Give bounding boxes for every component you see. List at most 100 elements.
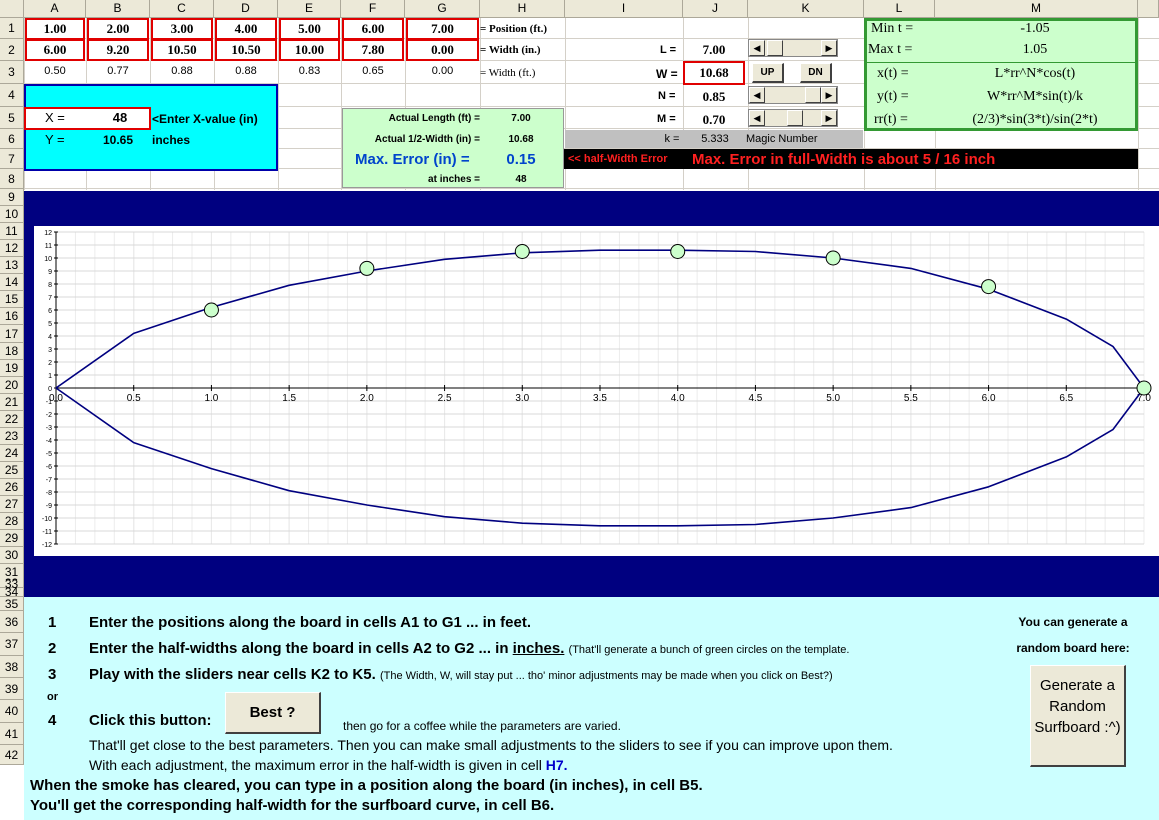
M-value[interactable]: 0.70 bbox=[683, 110, 745, 130]
row-header-14[interactable]: 14 bbox=[0, 274, 24, 291]
row-header-26[interactable]: 26 bbox=[0, 479, 24, 496]
y-tick-label: -4 bbox=[46, 438, 52, 445]
N-value[interactable]: 0.85 bbox=[683, 87, 745, 107]
column-header-F[interactable]: F bbox=[341, 0, 405, 18]
step-3-note: (The Width, W, will stay put ... tho' mi… bbox=[379, 670, 833, 682]
row-header-35[interactable]: 35 bbox=[0, 597, 24, 611]
row-header-39[interactable]: 39 bbox=[0, 678, 24, 700]
row-header-30[interactable]: 30 bbox=[0, 547, 24, 564]
row-header-8[interactable]: 8 bbox=[0, 169, 24, 189]
row-header-19[interactable]: 19 bbox=[0, 360, 24, 377]
row-header-41[interactable]: 41 bbox=[0, 723, 24, 745]
slider-right-arrow-icon[interactable]: ▶ bbox=[821, 40, 837, 56]
column-header-B[interactable]: B bbox=[86, 0, 150, 18]
column-header-D[interactable]: D bbox=[214, 0, 278, 18]
row-header-22[interactable]: 22 bbox=[0, 411, 24, 428]
row-header-13[interactable]: 13 bbox=[0, 257, 24, 274]
row-header-6[interactable]: 6 bbox=[0, 129, 24, 149]
column-header-K[interactable]: K bbox=[748, 0, 864, 18]
row-header-15[interactable]: 15 bbox=[0, 291, 24, 308]
row-header-4[interactable]: 4 bbox=[0, 84, 24, 107]
position-cell-2[interactable]: 2.00 bbox=[87, 18, 149, 40]
slider-left-arrow-icon[interactable]: ◀ bbox=[749, 110, 765, 126]
generate-random-surfboard-button[interactable]: Generate a Random Surfboard :^) bbox=[1030, 665, 1126, 767]
row-header-24[interactable]: 24 bbox=[0, 445, 24, 462]
row-header-20[interactable]: 20 bbox=[0, 377, 24, 394]
min-t-value[interactable]: -1.05 bbox=[990, 21, 1080, 37]
x-tick-label: 2.0 bbox=[360, 393, 374, 404]
W-value[interactable]: 10.68 bbox=[683, 61, 745, 85]
slider-thumb[interactable] bbox=[805, 87, 821, 103]
position-cell-1[interactable]: 1.00 bbox=[25, 18, 85, 40]
row-header-2[interactable]: 2 bbox=[0, 39, 24, 61]
row-header-34[interactable]: 34 bbox=[0, 586, 24, 598]
column-header-A[interactable]: A bbox=[24, 0, 86, 18]
width-in-cell-5[interactable]: 10.00 bbox=[279, 39, 340, 61]
row-header-21[interactable]: 21 bbox=[0, 394, 24, 411]
column-header-J[interactable]: J bbox=[683, 0, 748, 18]
row-header-18[interactable]: 18 bbox=[0, 343, 24, 360]
row-header-28[interactable]: 28 bbox=[0, 513, 24, 530]
position-cell-6[interactable]: 6.00 bbox=[342, 18, 404, 40]
position-cell-7[interactable]: 7.00 bbox=[406, 18, 479, 40]
line-42-text: You'll get the corresponding half-width … bbox=[30, 797, 555, 814]
width-in-cell-2[interactable]: 9.20 bbox=[87, 39, 149, 61]
row-header-42[interactable]: 42 bbox=[0, 745, 24, 765]
row-header-12[interactable]: 12 bbox=[0, 240, 24, 257]
position-cell-4[interactable]: 4.00 bbox=[215, 18, 277, 40]
best-button[interactable]: Best ? bbox=[225, 692, 321, 734]
position-cell-3[interactable]: 3.00 bbox=[151, 18, 213, 40]
width-ft-cell-3: 0.88 bbox=[171, 65, 193, 77]
row-header-29[interactable]: 29 bbox=[0, 530, 24, 547]
width-in-cell-4[interactable]: 10.50 bbox=[215, 39, 277, 61]
column-header-L[interactable]: L bbox=[864, 0, 935, 18]
row-header-25[interactable]: 25 bbox=[0, 462, 24, 479]
column-header-G[interactable]: G bbox=[405, 0, 480, 18]
up-button[interactable]: UP bbox=[752, 63, 784, 83]
width-in-cell-1[interactable]: 6.00 bbox=[25, 39, 85, 61]
data-point-2 bbox=[359, 260, 375, 276]
M-slider[interactable]: ◀ ▶ bbox=[748, 109, 838, 127]
slider-left-arrow-icon[interactable]: ◀ bbox=[749, 87, 765, 103]
width-in-cell-7[interactable]: 0.00 bbox=[406, 39, 479, 61]
slider-thumb[interactable] bbox=[767, 40, 783, 56]
column-header-C[interactable]: C bbox=[150, 0, 214, 18]
row-header-40[interactable]: 40 bbox=[0, 700, 24, 723]
L-slider[interactable]: ◀ ▶ bbox=[748, 39, 838, 57]
slider-left-arrow-icon[interactable]: ◀ bbox=[749, 40, 765, 56]
row-header-38[interactable]: 38 bbox=[0, 656, 24, 678]
row-header-37[interactable]: 37 bbox=[0, 633, 24, 656]
column-header-H[interactable]: H bbox=[480, 0, 565, 18]
max-error-value: 0.15 bbox=[506, 151, 536, 168]
dn-button[interactable]: DN bbox=[800, 63, 832, 83]
random-note-line-1: You can generate a bbox=[1018, 615, 1128, 629]
column-header-I[interactable]: I bbox=[565, 0, 683, 18]
column-header-E[interactable]: E bbox=[278, 0, 341, 18]
column-header-M[interactable]: M bbox=[935, 0, 1138, 18]
select-all-corner[interactable] bbox=[0, 0, 24, 18]
row-header-27[interactable]: 27 bbox=[0, 496, 24, 513]
row-header-9[interactable]: 9 bbox=[0, 189, 24, 206]
slider-thumb[interactable] bbox=[787, 110, 803, 126]
row-header-16[interactable]: 16 bbox=[0, 308, 24, 325]
N-slider[interactable]: ◀ ▶ bbox=[748, 86, 838, 104]
width-in-cell-6[interactable]: 7.80 bbox=[342, 39, 404, 61]
position-cell-5[interactable]: 5.00 bbox=[279, 18, 340, 40]
row-header-10[interactable]: 10 bbox=[0, 206, 24, 223]
row-header-36[interactable]: 36 bbox=[0, 611, 24, 633]
row-header-23[interactable]: 23 bbox=[0, 428, 24, 445]
slider-right-arrow-icon[interactable]: ▶ bbox=[821, 110, 837, 126]
y-tick-label: 4 bbox=[48, 334, 52, 341]
max-t-value[interactable]: 1.05 bbox=[990, 42, 1080, 58]
width-in-cell-3[interactable]: 10.50 bbox=[151, 39, 213, 61]
row-header-3[interactable]: 3 bbox=[0, 61, 24, 84]
L-value[interactable]: 7.00 bbox=[683, 40, 745, 60]
row-header-11[interactable]: 11 bbox=[0, 223, 24, 240]
row-header-1[interactable]: 1 bbox=[0, 18, 24, 39]
slider-right-arrow-icon[interactable]: ▶ bbox=[821, 87, 837, 103]
grid-line bbox=[1138, 18, 1139, 190]
row-header-17[interactable]: 17 bbox=[0, 325, 24, 343]
row-header-5[interactable]: 5 bbox=[0, 107, 24, 129]
row-header-7[interactable]: 7 bbox=[0, 149, 24, 169]
x-value[interactable]: 48 bbox=[105, 110, 135, 125]
